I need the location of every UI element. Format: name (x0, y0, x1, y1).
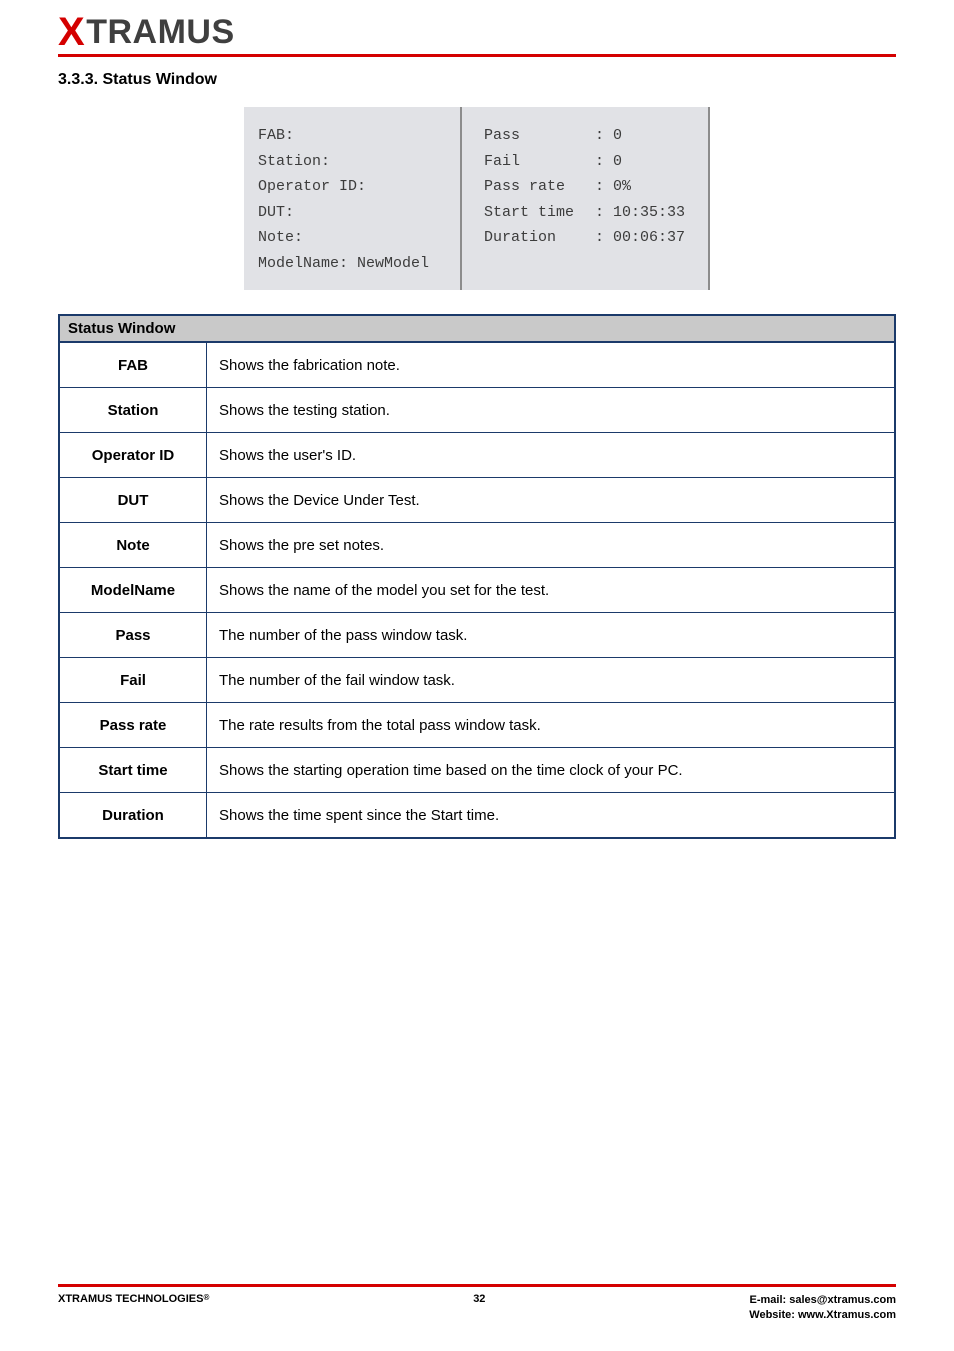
footer-company: XTRAMUS TECHNOLOGIES® (58, 1293, 209, 1305)
row-key: Duration (59, 793, 207, 839)
status-window-screenshot: FAB: Station: Operator ID: DUT: Note: Mo… (58, 107, 896, 290)
row-key: Start time (59, 748, 207, 793)
footer-page-number: 32 (209, 1293, 749, 1305)
footer-contact: E-mail: sales@xtramus.com Website: www.X… (749, 1293, 896, 1323)
status-duration-value: : 00:06:37 (595, 229, 685, 246)
row-key: Station (59, 388, 207, 433)
brand-name: TRAMUS (86, 15, 234, 49)
footer-company-name: XTRAMUS TECHNOLOGIES (58, 1293, 203, 1305)
table-row: Pass rate The rate results from the tota… (59, 703, 895, 748)
table-row: Fail The number of the fail window task. (59, 658, 895, 703)
status-fail-label: Fail (484, 149, 586, 175)
footer-email: sales@xtramus.com (789, 1294, 896, 1306)
row-key: Fail (59, 658, 207, 703)
row-key: Note (59, 523, 207, 568)
status-duration-label: Duration (484, 225, 586, 251)
status-left-panel: FAB: Station: Operator ID: DUT: Note: Mo… (244, 107, 462, 290)
status-fail-row: Fail : 0 (484, 149, 694, 175)
row-key: Operator ID (59, 433, 207, 478)
brand-x: X (58, 12, 85, 52)
status-modelname-label: ModelName: NewModel (258, 251, 446, 277)
status-pass-label: Pass (484, 123, 586, 149)
status-note-label: Note: (258, 225, 446, 251)
status-starttime-row: Start time : 10:35:33 (484, 200, 694, 226)
row-desc: Shows the pre set notes. (207, 523, 896, 568)
row-desc: Shows the starting operation time based … (207, 748, 896, 793)
footer-divider (58, 1284, 896, 1287)
row-desc: Shows the user's ID. (207, 433, 896, 478)
brand-logo: X TRAMUS (58, 12, 896, 52)
table-row: FAB Shows the fabrication note. (59, 342, 895, 388)
footer-site-label: Website: (749, 1309, 798, 1321)
table-row: ModelName Shows the name of the model yo… (59, 568, 895, 613)
table-header: Status Window (59, 315, 895, 342)
status-operatorid-label: Operator ID: (258, 174, 446, 200)
section-title: 3.3.3. Status Window (58, 71, 896, 89)
row-key: Pass rate (59, 703, 207, 748)
row-desc: Shows the Device Under Test. (207, 478, 896, 523)
status-starttime-label: Start time (484, 200, 586, 226)
row-key: ModelName (59, 568, 207, 613)
row-key: DUT (59, 478, 207, 523)
row-desc: Shows the fabrication note. (207, 342, 896, 388)
status-passrate-label: Pass rate (484, 174, 586, 200)
row-desc: The rate results from the total pass win… (207, 703, 896, 748)
document-header: X TRAMUS (58, 0, 896, 57)
row-desc: The number of the pass window task. (207, 613, 896, 658)
row-key: Pass (59, 613, 207, 658)
status-duration-row: Duration : 00:06:37 (484, 225, 694, 251)
document-footer: XTRAMUS TECHNOLOGIES® 32 E-mail: sales@x… (58, 1284, 896, 1323)
row-key: FAB (59, 342, 207, 388)
table-row: Operator ID Shows the user's ID. (59, 433, 895, 478)
row-desc: The number of the fail window task. (207, 658, 896, 703)
status-passrate-row: Pass rate : 0% (484, 174, 694, 200)
status-pass-row: Pass : 0 (484, 123, 694, 149)
table-row: DUT Shows the Device Under Test. (59, 478, 895, 523)
row-desc: Shows the testing station. (207, 388, 896, 433)
table-row: Duration Shows the time spent since the … (59, 793, 895, 839)
status-fail-value: : 0 (595, 153, 622, 170)
footer-email-label: E-mail: (750, 1294, 790, 1306)
table-row: Note Shows the pre set notes. (59, 523, 895, 568)
row-desc: Shows the time spent since the Start tim… (207, 793, 896, 839)
table-row: Station Shows the testing station. (59, 388, 895, 433)
table-row: Start time Shows the starting operation … (59, 748, 895, 793)
status-pass-value: : 0 (595, 127, 622, 144)
footer-site: www.Xtramus.com (798, 1309, 896, 1321)
status-right-panel: Pass : 0 Fail : 0 Pass rate : 0% Start t… (462, 107, 710, 290)
status-description-table: Status Window FAB Shows the fabrication … (58, 314, 896, 839)
header-divider (58, 54, 896, 57)
status-fab-label: FAB: (258, 123, 446, 149)
table-row: Pass The number of the pass window task. (59, 613, 895, 658)
status-station-label: Station: (258, 149, 446, 175)
status-dut-label: DUT: (258, 200, 446, 226)
status-passrate-value: : 0% (595, 178, 631, 195)
status-starttime-value: : 10:35:33 (595, 204, 685, 221)
row-desc: Shows the name of the model you set for … (207, 568, 896, 613)
